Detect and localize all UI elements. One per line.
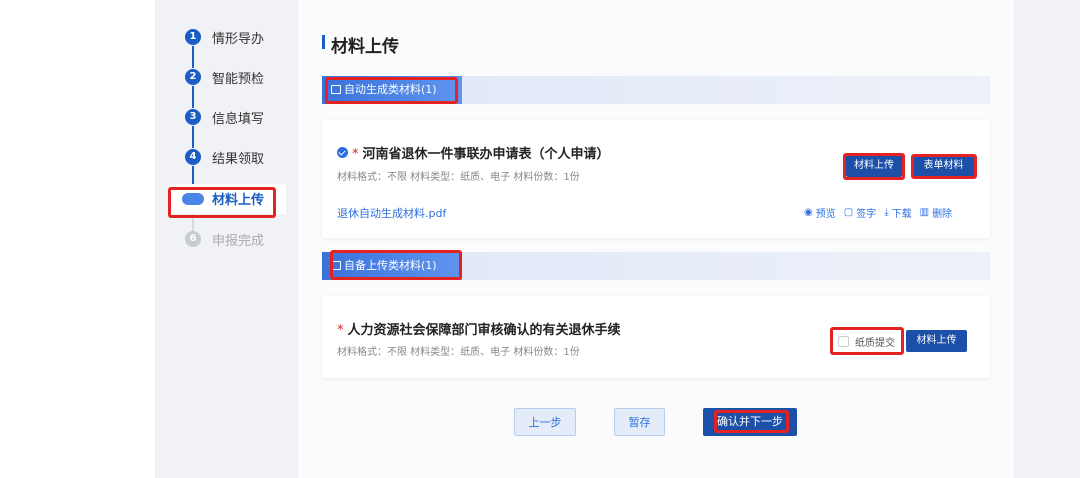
delete-action[interactable]: ▥ 删除 (920, 205, 952, 220)
file-actions: ◉ 预览 ▢ 签字 ⤓ 下载 ▥ 删除 (804, 205, 952, 220)
highlight-box (911, 154, 977, 179)
step-1[interactable]: 1 情形导办 (170, 23, 286, 53)
step-number: 4 (185, 149, 201, 165)
step-6[interactable]: 6 申报完成 (170, 225, 286, 255)
step-number: 6 (185, 231, 201, 247)
prev-step-button[interactable]: 上一步 (514, 408, 576, 436)
preview-action[interactable]: ◉ 预览 (804, 205, 836, 220)
step-label: 智能预检 (212, 72, 265, 87)
material-title: * 河南省退休一件事联办申请表（个人申请） (352, 143, 610, 162)
highlight-box (843, 153, 905, 180)
step-label: 信息填写 (212, 112, 265, 127)
title-accent-bar (322, 35, 325, 49)
highlight-box (330, 250, 462, 280)
step-3[interactable]: 3 信息填写 (170, 103, 286, 133)
material-meta: 材料格式：不限 材料类型：纸质、电子 材料份数：1份 (337, 347, 580, 358)
highlight-box (714, 410, 789, 433)
step-label: 结果领取 (212, 152, 265, 167)
right-panel (1014, 0, 1080, 478)
highlight-box (830, 327, 904, 355)
sign-icon: ▢ (843, 207, 854, 218)
step-2[interactable]: 2 智能预检 (170, 63, 286, 93)
step-label: 申报完成 (212, 234, 265, 249)
eye-icon: ◉ (804, 207, 813, 218)
sign-action[interactable]: ▢ 签字 (844, 205, 876, 220)
save-draft-button[interactable]: 暂存 (614, 408, 665, 436)
check-circle-icon (337, 147, 348, 158)
material-meta: 材料格式：不限 材料类型：纸质、电子 材料份数：1份 (337, 172, 580, 183)
required-mark: * (337, 323, 344, 338)
download-action[interactable]: ⤓ 下载 (884, 205, 911, 220)
download-icon: ⤓ (884, 207, 889, 218)
page-title: 材料上传 (331, 37, 399, 57)
material-title-text: 人力资源社会保障部门审核确认的有关退休手续 (347, 323, 621, 338)
main-content (298, 0, 1014, 478)
material-title-text: 河南省退休一件事联办申请表（个人申请） (362, 147, 610, 162)
step-number: 1 (185, 29, 201, 45)
step-label: 情形导办 (212, 32, 265, 47)
upload-button[interactable]: 材料上传 (906, 330, 967, 352)
step-4[interactable]: 4 结果领取 (170, 143, 286, 173)
step-number: 3 (185, 109, 201, 125)
material-title: * 人力资源社会保障部门审核确认的有关退休手续 (337, 319, 621, 338)
file-link[interactable]: 退休自动生成材料.pdf (337, 205, 446, 221)
highlight-box (168, 187, 276, 218)
trash-icon: ▥ (919, 207, 930, 218)
step-number: 2 (185, 69, 201, 85)
required-mark: * (352, 147, 359, 162)
highlight-box (325, 77, 458, 104)
